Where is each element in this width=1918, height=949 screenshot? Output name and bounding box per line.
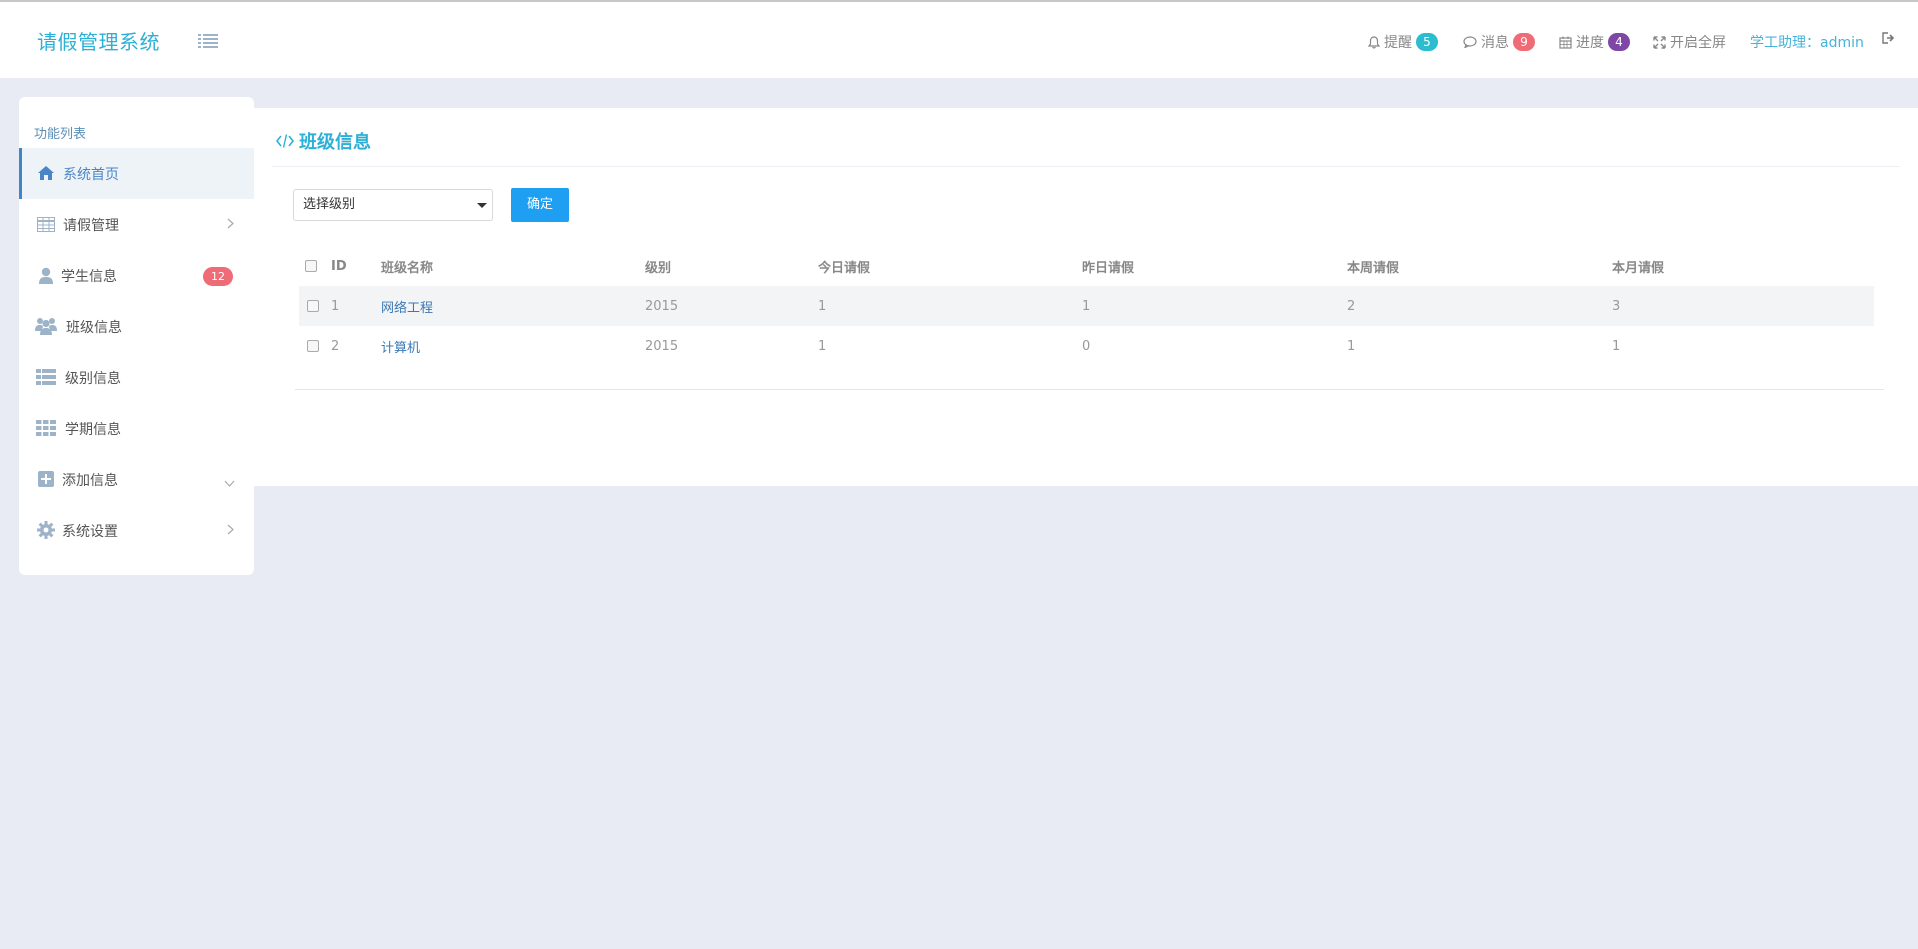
- student-count-badge: 12: [203, 267, 233, 286]
- confirm-button[interactable]: 确定: [511, 188, 569, 222]
- chevron-right-icon: [227, 523, 234, 539]
- sidebar-nav: 系统首页 请假管理 学生信息 12 班级信息 级别信息 学期信息 添加信息 系统…: [19, 148, 254, 556]
- level-select[interactable]: 选择级别: [293, 189, 493, 221]
- sidebar-item-label: 级别信息: [65, 370, 121, 387]
- row-checkbox[interactable]: [307, 340, 319, 352]
- table-icon: [34, 212, 58, 236]
- table-divider: [295, 389, 1884, 390]
- cell-level: 2015: [645, 286, 818, 326]
- bell-icon: [1368, 35, 1380, 49]
- cell-class-name: 网络工程: [381, 286, 645, 326]
- sidebar-title: 功能列表: [34, 127, 87, 142]
- cell-yesterday-leave: 1: [1082, 286, 1347, 326]
- fullscreen-button[interactable]: 开启全屏: [1653, 32, 1726, 52]
- calendar-icon: [1559, 36, 1572, 49]
- cell-week-leave: 2: [1347, 286, 1612, 326]
- sidebar-item-student-info[interactable]: 学生信息 12: [19, 250, 254, 301]
- page-title: 班级信息: [276, 128, 371, 154]
- column-header-class-name: 班级名称: [381, 260, 434, 276]
- logout-icon[interactable]: [1882, 32, 1900, 44]
- chevron-down-icon: [224, 475, 235, 491]
- sidebar-item-label: 系统设置: [62, 523, 118, 540]
- sidebar-item-home[interactable]: 系统首页: [19, 148, 254, 199]
- top-header: 请假管理系统 提醒 5 消息 9 进度 4 开启全屏 学工助理：admin: [0, 0, 1918, 78]
- main-panel: 班级信息 选择级别 确定 ID 班级名称 级别 今日请假 昨日请假 本周请假 本…: [254, 108, 1918, 486]
- code-icon: [276, 134, 294, 148]
- cell-week-leave: 1: [1347, 338, 1356, 354]
- cell-id: 2: [331, 338, 340, 354]
- plus-square-icon: [34, 467, 58, 491]
- column-header-level: 级别: [645, 260, 672, 276]
- sidebar-item-label: 系统首页: [63, 166, 119, 183]
- sidebar: 功能列表 系统首页 请假管理 学生信息 12 班级信息 级别信息 学期信息 添加…: [19, 97, 254, 575]
- title-divider: [272, 166, 1900, 167]
- cell-id: 1: [331, 286, 381, 326]
- table-row[interactable]: 1 网络工程 2015 1 1 2 3: [299, 286, 1874, 326]
- sidebar-item-class-info[interactable]: 班级信息: [19, 301, 254, 352]
- column-header-week-leave: 本周请假: [1347, 260, 1400, 276]
- table-row[interactable]: 2 计算机 2015 1 0 1 1: [299, 326, 1874, 366]
- message-button[interactable]: 消息 9: [1463, 32, 1535, 52]
- column-header-yesterday-leave: 昨日请假: [1082, 260, 1135, 276]
- user-label: 学工助理：admin: [1750, 35, 1864, 51]
- sidebar-item-label: 班级信息: [66, 319, 122, 336]
- sidebar-item-label: 添加信息: [62, 472, 118, 489]
- sidebar-toggle-icon[interactable]: [198, 33, 218, 49]
- comment-icon: [1463, 36, 1477, 48]
- cell-month-leave: 1: [1612, 338, 1621, 354]
- class-name-link[interactable]: 计算机: [381, 341, 420, 356]
- page-title-text: 班级信息: [299, 132, 371, 153]
- cell-class-name: 计算机: [381, 326, 645, 366]
- row-select-cell: [299, 286, 331, 326]
- cell-today-leave: 1: [818, 286, 1082, 326]
- column-header-month-leave: 本月请假: [1612, 260, 1665, 276]
- app-brand[interactable]: 请假管理系统: [37, 26, 160, 55]
- sidebar-item-system-settings[interactable]: 系统设置: [19, 505, 254, 556]
- sidebar-item-label: 学生信息: [61, 268, 117, 285]
- cell-today-leave: 1: [818, 338, 827, 354]
- sidebar-item-semester-info[interactable]: 学期信息: [19, 403, 254, 454]
- user-menu[interactable]: 学工助理：admin: [1750, 32, 1864, 52]
- level-select-value: 选择级别: [303, 197, 356, 212]
- expand-icon: [1653, 35, 1666, 49]
- cell-level: 2015: [645, 338, 679, 354]
- class-table: ID 班级名称 级别 今日请假 昨日请假 本周请假 本月请假 1 网络工程 20…: [299, 246, 1874, 366]
- reminder-button[interactable]: 提醒 5: [1368, 32, 1438, 52]
- fullscreen-label: 开启全屏: [1670, 35, 1726, 51]
- sidebar-item-add-info[interactable]: 添加信息: [19, 454, 254, 505]
- home-icon: [34, 161, 58, 185]
- class-name-link[interactable]: 网络工程: [381, 301, 433, 316]
- column-header-today-leave: 今日请假: [818, 260, 871, 276]
- column-header-id: ID: [331, 258, 347, 274]
- grid-icon: [34, 416, 58, 440]
- table-header-row: ID 班级名称 级别 今日请假 昨日请假 本周请假 本月请假: [299, 246, 1874, 286]
- users-icon: [34, 314, 58, 338]
- select-all-cell: [299, 246, 331, 286]
- row-select-cell: [299, 326, 331, 366]
- list-icon: [34, 365, 58, 389]
- user-icon: [34, 263, 58, 287]
- sidebar-item-leave-management[interactable]: 请假管理: [19, 199, 254, 250]
- gear-icon: [34, 518, 58, 542]
- progress-label: 进度: [1576, 35, 1604, 51]
- message-label: 消息: [1481, 35, 1509, 51]
- progress-count-badge: 4: [1608, 33, 1630, 51]
- sidebar-item-label: 请假管理: [63, 217, 119, 234]
- progress-button[interactable]: 进度 4: [1559, 32, 1630, 52]
- reminder-label: 提醒: [1384, 35, 1412, 51]
- cell-yesterday-leave: 0: [1082, 338, 1091, 354]
- cell-month-leave: 3: [1612, 286, 1874, 326]
- caret-down-icon: [477, 203, 487, 208]
- sidebar-item-label: 学期信息: [65, 421, 121, 438]
- sidebar-item-level-info[interactable]: 级别信息: [19, 352, 254, 403]
- select-all-checkbox[interactable]: [305, 260, 317, 272]
- chevron-right-icon: [227, 217, 234, 233]
- reminder-count-badge: 5: [1416, 33, 1438, 51]
- message-count-badge: 9: [1513, 33, 1535, 51]
- row-checkbox[interactable]: [307, 300, 319, 312]
